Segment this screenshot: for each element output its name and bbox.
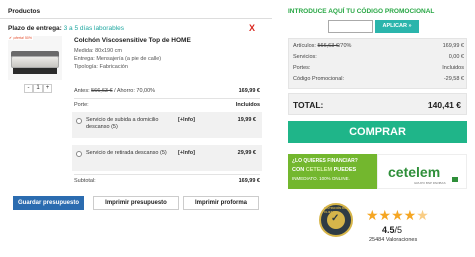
articles-label: Artículos: (293, 43, 316, 49)
total-value: 140,41 € (427, 100, 461, 110)
price-before-value: 566,63 € (91, 88, 113, 94)
service-price: 29,99 € (237, 150, 256, 156)
summary-services: Servicios: 0,00 € (293, 54, 464, 60)
product-size: Medida: 80x190 cm (74, 48, 122, 54)
product-name[interactable]: Colchón Viscosensitive Top de HOME (74, 37, 264, 44)
delivery-info: Plazo de entrega: 3 a 5 días laborables (8, 25, 124, 32)
service-option[interactable]: Servicio de subida a domicilio descanso … (72, 112, 262, 138)
portes-label: Portes: (293, 65, 311, 71)
half-star-icon: ★ (416, 207, 429, 223)
service-radio[interactable] (76, 118, 82, 124)
cart-panel: Productos Plazo de entrega: 3 a 5 días l… (0, 0, 272, 257)
divider (74, 174, 260, 175)
delivery-label: Plazo de entrega: (8, 25, 62, 32)
financing-line3: INMEDIATO. 100% ONLINE. (292, 176, 350, 181)
price-savings: / Ahorro: 70,00% (114, 88, 156, 94)
product-info: Colchón Viscosensitive Top de HOME Medid… (74, 37, 264, 71)
cetelem-wordmark: cetelem (388, 164, 441, 180)
porte-value: Incluidos (235, 102, 260, 108)
service-option[interactable]: Servicio de retirada descanso (5) [+Info… (72, 145, 262, 171)
porte-line: Porte: Incluidos (74, 102, 260, 108)
promo-code-input[interactable] (328, 20, 373, 33)
products-title: Productos (8, 8, 41, 15)
cetelem-flag-icon (452, 177, 458, 182)
rating-value: 4.5 (382, 225, 395, 235)
product-delivery: Entrega: Mensajería (a pie de calle) (74, 56, 162, 62)
articles-strike: 566,63 € (317, 43, 339, 49)
total-box: TOTAL: 140,41 € (288, 93, 467, 115)
print-proforma-button[interactable]: Imprimir proforma (183, 196, 259, 210)
quantity-decrease-button[interactable]: - (24, 84, 33, 93)
service-info-link[interactable]: [+Info] (178, 117, 195, 123)
delivery-value: 3 a 5 días laborables (63, 25, 124, 32)
financing-line1: ¿LO QUIERES FINANCIAR? (292, 158, 358, 164)
articles-value: 169,99 € (442, 43, 464, 49)
subtotal-line: Subtotal: 169,99 € (74, 178, 260, 184)
articles-pct: /70% (338, 43, 352, 49)
product-typology: Tipología: Fabricación (74, 64, 128, 70)
total-label: TOTAL: (293, 100, 324, 110)
badge-check-icon: ✓ (331, 213, 340, 224)
financing-banner[interactable]: ¿LO QUIERES FINANCIAR? CON CETELEM PUEDE… (288, 154, 377, 189)
close-icon[interactable]: X (249, 23, 255, 33)
summary-articles: Artículos: 566,63 €/70% 169,99 € (293, 43, 464, 49)
divider (0, 18, 272, 19)
price-line: Antes: 566,63 € / Ahorro: 70,00% 169,99 … (74, 88, 260, 94)
product-image[interactable]: ✔ ¡oferta! 50% (8, 36, 62, 80)
divider (74, 98, 260, 99)
customer-distinction-badge-icon: DISTINCIÓN DEL CLIENTE ✓ (319, 203, 353, 237)
rating-score: 4.5/5 (382, 225, 402, 235)
mattress-base (13, 68, 57, 74)
price-before-label: Antes: (74, 88, 90, 94)
promo-code-label: Código Promocional: (293, 76, 345, 82)
ratings-count: 25484 Valoraciones (369, 237, 418, 243)
service-label: Servicio de retirada descanso (5) (86, 150, 167, 156)
quantity-value[interactable]: 1 (33, 84, 43, 93)
summary-promo: Código Promocional: -29,58 € (293, 76, 464, 82)
quantity-stepper: - 1 + (24, 84, 52, 93)
buy-button[interactable]: COMPRAR (288, 121, 467, 143)
service-price: 19,99 € (237, 117, 256, 123)
summary-box: Artículos: 566,63 €/70% 169,99 € Servici… (288, 38, 467, 89)
mattress-body (11, 56, 59, 68)
quantity-increase-button[interactable]: + (43, 84, 52, 93)
save-budget-button[interactable]: Guardar presupuesto (13, 196, 84, 210)
portes-value: Incluidos (442, 65, 464, 71)
financing-con: CON (292, 167, 305, 173)
cetelem-subtitle: GRUPO BNP PARIBAS (414, 181, 446, 185)
service-label: Servicio de subida a domicilio descanso … (86, 117, 159, 130)
service-info-link[interactable]: [+Info] (178, 150, 195, 156)
subtotal-label: Subtotal: (74, 178, 96, 184)
order-summary-panel: INTRODUCE AQUÍ TU CÓDIGO PROMOCIONAL APL… (284, 0, 470, 257)
financing-puedes: PUEDES (333, 167, 357, 173)
subtotal-value: 169,99 € (238, 178, 260, 184)
cetelem-logo[interactable]: cetelem GRUPO BNP PARIBAS (377, 154, 467, 189)
price-amount: 169,99 € (238, 88, 260, 94)
rating-max: /5 (394, 225, 403, 235)
promo-code-value: -29,58 € (443, 76, 464, 82)
print-budget-button[interactable]: Imprimir presupuesto (93, 196, 179, 210)
financing-line2: CON CETELEM PUEDES (292, 167, 373, 173)
service-radio[interactable] (76, 151, 82, 157)
badge-inner: ✓ (327, 211, 345, 229)
porte-label: Porte: (74, 102, 89, 108)
rating-stars-icon: ★★★★★ (366, 208, 429, 222)
full-stars: ★★★★ (366, 207, 417, 223)
apply-promo-button[interactable]: APLICAR » (375, 20, 419, 33)
summary-portes: Portes: Incluidos (293, 65, 464, 71)
offer-tag: ✔ ¡oferta! 50% (8, 36, 33, 40)
promo-title: INTRODUCE AQUÍ TU CÓDIGO PROMOCIONAL (288, 8, 435, 15)
services-value: 0,00 € (448, 54, 464, 60)
services-label: Servicios: (293, 54, 317, 60)
financing-brand-inline: CETELEM (305, 167, 333, 173)
